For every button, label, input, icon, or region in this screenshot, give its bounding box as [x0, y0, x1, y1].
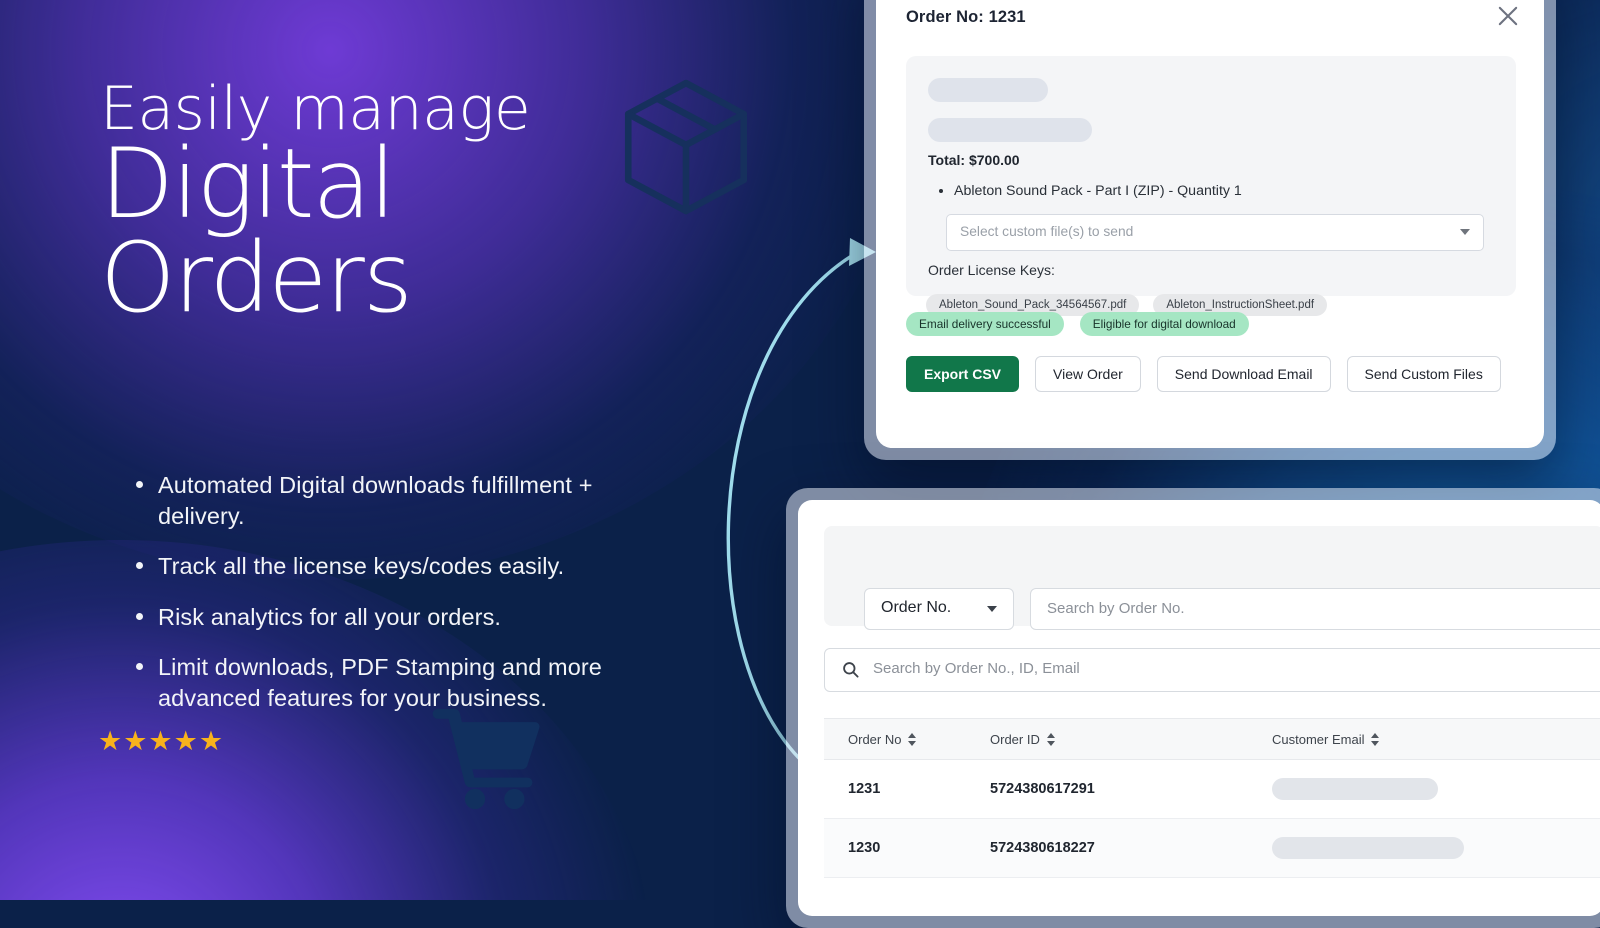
custom-file-select[interactable]: Select custom file(s) to send	[946, 214, 1484, 251]
filter-search-placeholder: Search by Order No.	[1047, 600, 1185, 617]
global-search-placeholder: Search by Order No., ID, Email	[873, 660, 1080, 677]
export-csv-button[interactable]: Export CSV	[906, 356, 1020, 392]
cell-customer-email	[1272, 837, 1600, 859]
status-badge: Email delivery successful	[906, 312, 1064, 336]
orders-table: Order No Order ID Customer Email 1231 57…	[824, 718, 1600, 916]
cell-order-id: 5724380618227	[990, 840, 1095, 856]
list-item: Track all the license keys/codes easily.	[118, 551, 678, 582]
filter-type-select[interactable]: Order No.	[864, 588, 1014, 630]
filter-search-input[interactable]: Search by Order No.	[1030, 588, 1600, 630]
chevron-down-icon	[1460, 229, 1470, 235]
table-header-row: Order No Order ID Customer Email	[824, 718, 1600, 760]
column-header-order-id[interactable]: Order ID	[990, 732, 1272, 747]
list-item: Ableton Sound Pack - Part I (ZIP) - Quan…	[954, 182, 1242, 202]
search-icon	[843, 662, 859, 678]
headline-line-2: Digital	[100, 128, 396, 241]
customer-name-placeholder	[928, 78, 1048, 102]
cell-customer-email	[1272, 778, 1600, 800]
customer-email-placeholder	[1272, 837, 1464, 859]
column-header-customer-email[interactable]: Customer Email	[1272, 732, 1600, 747]
close-icon[interactable]	[1494, 2, 1522, 30]
sort-arrows-icon	[1371, 732, 1380, 746]
cell-order-no: 1230	[848, 840, 881, 856]
filter-bar: Order No. Search by Order No.	[824, 526, 1600, 630]
custom-file-select-placeholder: Select custom file(s) to send	[960, 224, 1134, 239]
table-row[interactable]: 1230 5724380618227	[824, 819, 1600, 878]
order-total: Total: $700.00	[928, 152, 1020, 168]
column-header-label: Customer Email	[1272, 731, 1365, 747]
cell-order-no: 1231	[848, 781, 881, 797]
order-detail-modal: Order No: 1231 Total: $700.00 Ableton So…	[876, 0, 1544, 448]
page-title: Easily manage Digital Orders	[100, 78, 740, 328]
sort-arrows-icon	[908, 732, 917, 746]
list-item: Automated Digital downloads fulfillment …	[118, 470, 678, 531]
order-line-items: Ableton Sound Pack - Part I (ZIP) - Quan…	[932, 182, 1242, 202]
table-row[interactable]: 1231 5724380617291	[824, 760, 1600, 819]
orders-panel: Order No. Search by Order No. Search by …	[798, 500, 1600, 916]
global-search-input[interactable]: Search by Order No., ID, Email	[824, 648, 1600, 692]
list-item: Limit downloads, PDF Stamping and more a…	[118, 652, 678, 713]
modal-title: Order No: 1231	[906, 8, 1026, 26]
send-download-email-button[interactable]: Send Download Email	[1156, 356, 1331, 392]
view-order-button[interactable]: View Order	[1035, 356, 1141, 392]
headline-line-3: Orders	[100, 222, 413, 335]
license-keys-label: Order License Keys:	[928, 262, 1055, 278]
status-badge: Eligible for digital download	[1079, 312, 1249, 336]
customer-email-placeholder	[928, 118, 1092, 142]
customer-email-placeholder	[1272, 778, 1438, 800]
list-item: Risk analytics for all your orders.	[118, 602, 678, 633]
modal-action-bar: Export CSV View Order Send Download Emai…	[906, 356, 1501, 392]
filter-type-value: Order No.	[881, 599, 952, 616]
sort-arrows-icon	[1046, 732, 1055, 746]
chevron-down-icon	[987, 606, 997, 612]
status-badge-group: Email delivery successful Eligible for d…	[906, 312, 1249, 336]
send-custom-files-button[interactable]: Send Custom Files	[1346, 356, 1501, 392]
table-row[interactable]	[824, 878, 1600, 916]
cell-order-id: 5724380617291	[990, 781, 1095, 797]
column-header-order-no[interactable]: Order No	[824, 732, 990, 747]
column-header-label: Order ID	[990, 731, 1040, 747]
star-rating: ★★★★★	[98, 726, 225, 756]
order-summary-panel: Total: $700.00 Ableton Sound Pack - Part…	[906, 56, 1516, 316]
feature-list: Automated Digital downloads fulfillment …	[118, 470, 678, 733]
hero-copy: Easily manage Digital Orders Automated D…	[0, 0, 780, 900]
column-header-label: Order No	[848, 731, 902, 747]
